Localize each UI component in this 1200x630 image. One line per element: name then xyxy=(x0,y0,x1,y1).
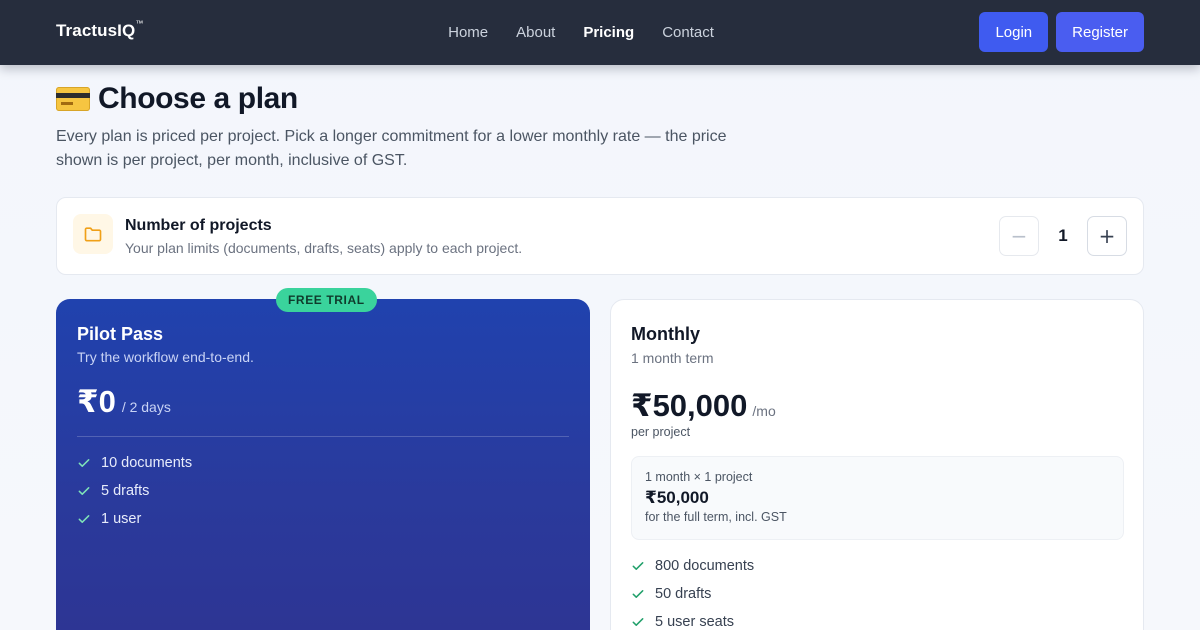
page-description: Every plan is priced per project. Pick a… xyxy=(56,128,727,169)
plan-price: ₹50,000 /mo xyxy=(631,388,776,424)
price-period: /mo xyxy=(752,403,776,419)
page-heading: Choose a plan xyxy=(56,82,298,116)
plan-price: ₹0 / 2 days xyxy=(77,384,171,420)
feature-item: 5 drafts xyxy=(77,477,192,505)
plan-term: 1 month term xyxy=(631,350,714,366)
plan-term: Try the workflow end-to-end. xyxy=(77,349,254,365)
check-icon xyxy=(78,459,90,467)
term-summary: 1 month × 1 project ₹50,000 for the full… xyxy=(631,456,1124,540)
folder-icon xyxy=(73,214,113,254)
login-button[interactable]: Login xyxy=(979,12,1049,52)
check-icon xyxy=(632,618,644,626)
feature-list: 10 documents 5 drafts 1 user xyxy=(77,449,192,533)
free-trial-badge: FREE TRIAL xyxy=(276,288,377,312)
feature-text: 50 drafts xyxy=(655,586,712,602)
price-amount: ₹50,000 xyxy=(631,388,748,423)
projects-selector: Number of projects Your plan limits (doc… xyxy=(56,197,1144,275)
check-icon xyxy=(632,562,644,570)
plan-name: Pilot Pass xyxy=(77,324,164,344)
nav-pricing[interactable]: Pricing xyxy=(583,24,634,41)
increment-button[interactable]: + xyxy=(1087,216,1127,256)
feature-item: 10 documents xyxy=(77,449,192,477)
top-navbar: TractusIQ™ Home About Pricing Contact Lo… xyxy=(0,0,1200,65)
page-title: Choose a plan xyxy=(98,82,298,115)
projects-subtitle: Your plan limits (documents, drafts, sea… xyxy=(125,240,523,256)
feature-item: 1 user xyxy=(77,505,192,533)
term-note: for the full term, incl. GST xyxy=(645,510,787,524)
check-icon xyxy=(78,487,90,495)
term-total: ₹50,000 xyxy=(645,488,709,507)
nav-contact[interactable]: Contact xyxy=(662,24,714,41)
feature-text: 5 user seats xyxy=(655,614,734,630)
brand-name: TractusIQ xyxy=(56,21,136,40)
plan-name: Monthly xyxy=(631,324,700,344)
feature-item: 5 user seats xyxy=(631,608,754,630)
feature-text: 5 drafts xyxy=(101,483,150,499)
check-icon xyxy=(632,590,644,598)
feature-list: 800 documents 50 drafts 5 user seats xyxy=(631,552,754,630)
plan-card-monthly[interactable]: Monthly 1 month term ₹50,000 /mo per pro… xyxy=(610,299,1144,630)
credit-card-icon xyxy=(56,87,90,111)
brand-logo[interactable]: TractusIQ™ xyxy=(56,19,144,41)
price-amount: ₹0 xyxy=(77,384,116,419)
projects-stepper: − 1 + xyxy=(999,216,1127,256)
price-period: / 2 days xyxy=(121,399,171,415)
plan-card-pilot-pass[interactable]: Pilot Pass Try the workflow end-to-end. … xyxy=(56,299,590,630)
auth-buttons: Login Register xyxy=(979,12,1144,52)
feature-text: 1 user xyxy=(101,511,142,527)
brand-trademark: ™ xyxy=(135,19,144,28)
feature-text: 10 documents xyxy=(101,455,193,471)
feature-item: 50 drafts xyxy=(631,580,754,608)
project-count: 1 xyxy=(1058,226,1068,245)
nav-home[interactable]: Home xyxy=(448,24,488,41)
price-note: per project xyxy=(631,425,691,439)
projects-title: Number of projects xyxy=(125,217,272,234)
feature-item: 800 documents xyxy=(631,552,754,580)
feature-text: 800 documents xyxy=(655,558,755,574)
term-calculation: 1 month × 1 project xyxy=(645,470,753,484)
decrement-button[interactable]: − xyxy=(999,216,1039,256)
divider xyxy=(77,436,569,437)
check-icon xyxy=(78,515,90,523)
nav-about[interactable]: About xyxy=(516,24,555,41)
register-button[interactable]: Register xyxy=(1056,12,1144,52)
